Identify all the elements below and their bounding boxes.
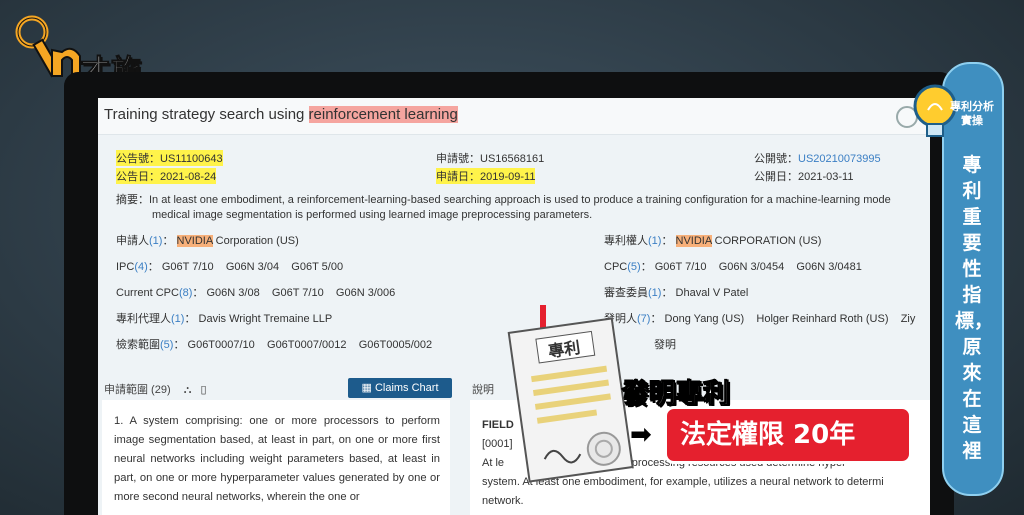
title-highlight: reinforcement learning <box>308 106 458 123</box>
logo-mark-icon <box>15 15 81 78</box>
title-bar: Training strategy search using reinforce… <box>98 98 930 135</box>
current-cpc-count-link[interactable]: (8) <box>179 287 192 299</box>
paper-label: 專利 <box>547 337 582 362</box>
abstract-line-1: 摘要：In at least one embodiment, a reinfor… <box>116 194 891 206</box>
chart-icon: ▦ <box>361 382 375 394</box>
claims-chart-button[interactable]: ▦ Claims Chart <box>348 378 452 398</box>
app-date: 申請日：2019-09-11 <box>436 168 536 184</box>
search-scope-count-link[interactable]: (5) <box>160 339 173 351</box>
ipc-count-link[interactable]: (4) <box>134 261 147 273</box>
caption-legal-term: 法定權限 20年 <box>680 420 856 450</box>
abstract-line-2: medical image segmentation is performed … <box>152 209 593 221</box>
pub-no-link[interactable]: US20210073995 <box>798 153 881 165</box>
claims-text: 1. A system comprising: one or more proc… <box>114 415 440 503</box>
patent-type: 發明 <box>654 339 676 351</box>
pub-date: 公開日：2021-03-11 <box>754 171 854 183</box>
examiner-row: 審查委員(1)： Dhaval V Patel <box>604 287 749 299</box>
current-cpc-row: Current CPC(8)： G06N 3/08 G06T 7/10 G06N… <box>116 287 396 299</box>
description-header: 說明 <box>472 384 494 396</box>
patent-document-icon <box>507 305 634 483</box>
cpc-row: CPC(5)： G06T 7/10 G06N 3/0454 G06N 3/048… <box>604 261 862 273</box>
applicant: 申請人(1)： NVIDIA Corporation (US) <box>116 235 299 247</box>
search-scope-row: 檢索範圍(5)： G06T0007/10 G06T0007/0012 G06T0… <box>116 339 433 351</box>
app-no: 申請號：US16568161 <box>436 153 545 165</box>
pub-no: 公開號：US20210073995 <box>754 153 881 165</box>
claims-header: 申請範圍 (29) ⛬ ▯ <box>104 384 207 396</box>
tree-icon[interactable]: ⛬ <box>184 384 192 396</box>
ipc-row: IPC(4)： G06T 7/10 G06N 3/04 G06T 5/00 <box>116 261 344 273</box>
cpc-count-link[interactable]: (5) <box>627 261 640 273</box>
arrow-right-icon: ➡ <box>630 420 652 450</box>
assignee: 專利權人(1)： NVIDIA CORPORATION (US) <box>604 235 822 247</box>
inventor-row: 發明人(7)： Dong Yang (US) Holger Reinhard R… <box>604 313 916 325</box>
side-tag: 專利分析實操 <box>950 100 994 127</box>
agent-row: 專利代理人(1)： Davis Wright Tremaine LLP <box>116 313 333 325</box>
announce-no: 公告號：US11100643 <box>116 150 223 166</box>
patent-title: Training strategy search using reinforce… <box>104 106 458 123</box>
announce-date: 公告日：2021-08-24 <box>116 168 217 184</box>
document-icon[interactable]: ▯ <box>200 384 206 396</box>
side-vertical-text: 專利重要性指標，原來在這裡 <box>955 154 994 462</box>
